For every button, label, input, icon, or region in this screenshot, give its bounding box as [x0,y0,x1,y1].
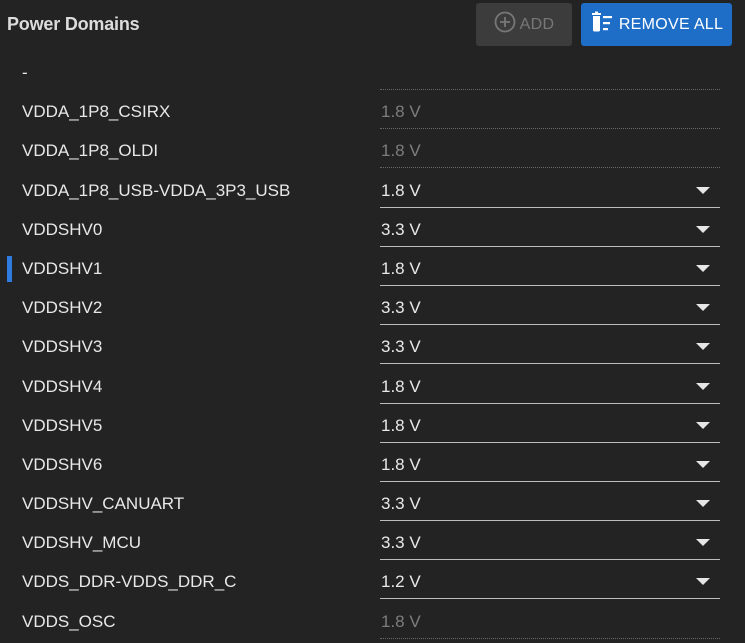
power-domain-name: VDDSHV_MCU [22,533,142,553]
dropdown-arrow-icon[interactable] [696,500,710,508]
power-domain-row: VDDA_1P8_OLDI 1.8 V [0,132,745,171]
power-domain-row: VDDA_1P8_CSIRX 1.8 V [0,93,745,132]
power-domain-name: VDDS_OSC [22,611,116,631]
voltage-select: 1.8 V [380,93,720,130]
dropdown-arrow-icon[interactable] [696,539,710,547]
dropdown-arrow-icon[interactable] [696,578,710,586]
voltage-value: 1.8 V [381,180,421,200]
voltage-select: 1.8 V [380,132,720,169]
power-domain-name: VDDA_1P8_OLDI [22,141,159,161]
power-domain-row: VDDSHV0 3.3 V [0,211,745,250]
dropdown-arrow-icon[interactable] [696,382,710,390]
voltage-value: 1.8 V [381,141,421,161]
power-domain-row: VDDSHV_CANUART 3.3 V [0,485,745,524]
delete-sweep-icon [590,11,619,38]
add-button-label: ADD [519,15,555,33]
dropdown-arrow-icon[interactable] [696,343,710,351]
voltage-select[interactable]: 3.3 V [380,485,720,522]
voltage-value: 1.8 V [381,454,421,474]
power-domain-name: - [22,63,28,82]
power-domain-row: VDDSHV1 1.8 V [0,250,745,289]
power-domain-row: VDDS_OSC 1.8 V [0,603,745,642]
remove-all-button-label: REMOVE ALL [618,15,724,33]
power-domain-name: VDDSHV_CANUART [22,494,185,514]
add-circle-icon [494,11,520,38]
voltage-value: 1.8 V [381,415,421,435]
power-domain-name: VDDSHV2 [22,298,103,318]
power-domain-row: VDDSHV_MCU 3.3 V [0,524,745,563]
voltage-value: 1.8 V [381,376,421,396]
voltage-select[interactable]: 3.3 V [380,328,720,365]
power-domain-name: VDDSHV6 [22,454,103,474]
voltage-select: 1.8 V [380,603,720,639]
voltage-value: 3.3 V [381,298,421,318]
power-domain-name: VDDSHV0 [22,219,103,239]
remove-all-button[interactable]: REMOVE ALL [581,3,732,46]
power-domain-row: VDDSHV6 1.8 V [0,446,745,485]
voltage-select[interactable]: 1.8 V [380,446,720,482]
power-domain-row: VDDS_DDR-VDDS_DDR_C 1.2 V [0,563,745,602]
voltage-select[interactable]: 1.8 V [380,407,720,443]
voltage-select[interactable]: 1.8 V [380,172,720,208]
power-domain-row: VDDSHV4 1.8 V [0,368,745,407]
voltage-select[interactable]: 3.3 V [380,211,720,247]
power-domain-row: - [0,54,745,93]
panel-title: Power Domains [7,14,140,34]
power-domain-row: VDDSHV5 1.8 V [0,407,745,446]
dropdown-arrow-icon[interactable] [696,421,710,429]
power-domain-name: VDDSHV5 [22,415,103,435]
voltage-value: 3.3 V [381,533,421,553]
power-domain-name: VDDS_DDR-VDDS_DDR_C [22,572,237,592]
voltage-select[interactable]: 3.3 V [380,524,720,561]
power-domain-name: VDDSHV4 [22,376,103,396]
active-row-indicator [7,255,12,282]
voltage-select [380,54,720,90]
voltage-value: 3.3 V [381,494,421,514]
power-domain-name: VDDSHV1 [22,258,103,278]
voltage-value: 1.8 V [381,102,421,122]
power-domain-list: - VDDA_1P8_CSIRX 1.8 V VDDA_1P8_OLDI 1.8 V VD… [0,54,745,642]
power-domain-name: VDDSHV3 [22,337,103,357]
voltage-value: 3.3 V [381,337,421,357]
add-button[interactable]: ADD [476,3,572,46]
voltage-value: 1.8 V [381,611,421,631]
power-domain-name: VDDA_1P8_USB-VDDA_3P3_USB [22,180,291,200]
power-domain-name: VDDA_1P8_CSIRX [22,102,171,122]
power-domain-row: VDDA_1P8_USB-VDDA_3P3_USB 1.8 V [0,172,745,211]
dropdown-arrow-icon[interactable] [696,186,710,194]
dropdown-arrow-icon[interactable] [696,304,710,312]
voltage-value: 1.2 V [381,572,421,592]
voltage-select[interactable]: 1.8 V [380,250,720,286]
voltage-select[interactable]: 1.2 V [380,563,720,600]
dropdown-arrow-icon[interactable] [696,225,710,233]
power-domain-row: VDDSHV2 3.3 V [0,289,745,328]
dropdown-arrow-icon[interactable] [696,264,710,272]
power-domains-header: Power Domains ADD REMOVE ALL [0,0,745,52]
voltage-select[interactable]: 3.3 V [380,289,720,326]
voltage-value: 1.8 V [381,258,421,278]
dropdown-arrow-icon[interactable] [696,460,710,468]
voltage-value: 3.3 V [381,219,421,239]
power-domain-row: VDDSHV3 3.3 V [0,328,745,367]
voltage-select[interactable]: 1.8 V [380,368,720,404]
